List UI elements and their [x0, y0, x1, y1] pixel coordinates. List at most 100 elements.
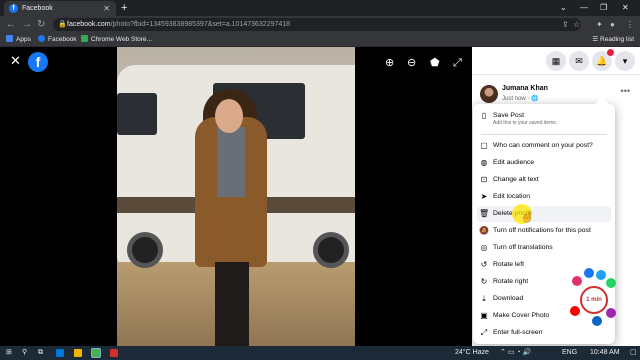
trash-icon: 🗑	[479, 209, 490, 218]
new-tab-icon[interactable]: +	[121, 1, 127, 15]
twitter-dot-icon	[596, 270, 606, 280]
back-icon[interactable]: ←	[6, 17, 16, 32]
task-view-icon[interactable]: ⧉	[38, 346, 43, 360]
photo-person-legs	[215, 262, 249, 346]
zoom-out-icon[interactable]: ⊖	[407, 58, 416, 69]
address-bar[interactable]: 🔒 facebook.com/photo?fbid=13459383898539…	[53, 18, 581, 31]
instagram-dot-icon	[572, 276, 582, 286]
windows-taskbar: ⊞ ⚲ ⧉ 24°C Haze ⌃ ▭ ◔ 🔊 ENG 10:48 AM ▢	[0, 346, 640, 360]
photo-wheel	[313, 232, 349, 268]
avatar[interactable]	[480, 85, 498, 103]
more-options-icon[interactable]: •••	[621, 87, 630, 96]
facebook-icon	[38, 35, 45, 42]
search-icon[interactable]: ⚲	[22, 346, 27, 360]
post-meta: Just now · 🌐	[502, 96, 539, 102]
bookmark-apps[interactable]: Apps	[6, 33, 31, 47]
post-author[interactable]: Jumana Khan	[502, 85, 548, 92]
rotate-right-icon: ↻	[480, 277, 488, 286]
image-icon: ▣	[480, 311, 488, 320]
close-window-icon[interactable]: ✕	[622, 1, 629, 15]
fb-top-icons: ▦ ✉ 🔔 ▾	[472, 47, 640, 75]
chrome-web-store-icon	[81, 35, 88, 42]
file-explorer-icon[interactable]	[74, 349, 82, 357]
system-tray-icons[interactable]: ⌃ ▭ ◔ 🔊	[500, 346, 531, 360]
menu-item-edit-audience[interactable]: ◍ Edit audience	[477, 155, 611, 171]
facebook-dot-icon	[584, 268, 594, 278]
photo-wheel	[127, 232, 163, 268]
url-path: /photo?fbid=134593838985397&set=a.101473…	[110, 21, 291, 28]
photo-rv-window	[117, 93, 157, 135]
comment-icon: ▢	[480, 141, 488, 150]
menu-item-turn-off-translations[interactable]: ◎ Turn off translations	[477, 240, 611, 256]
lock-icon[interactable]: 🔒	[58, 18, 67, 31]
bell-off-icon: 🔕	[479, 226, 489, 235]
facebook-favicon-icon: f	[9, 4, 18, 13]
mouse-pointer-icon: ☝	[521, 212, 534, 223]
taskbar-app-icon[interactable]	[110, 349, 118, 357]
close-tab-icon[interactable]: ✕	[103, 1, 110, 16]
photo-person-face	[215, 99, 243, 133]
location-icon: ➤	[480, 192, 488, 201]
extensions-icon[interactable]: ✦	[596, 18, 603, 31]
menu-grid-icon[interactable]: ▦	[546, 51, 566, 71]
rotate-left-icon: ↺	[480, 260, 488, 269]
photo-viewer: ✕ f ⊕ ⊖ ⬟ ⤢	[0, 47, 472, 346]
share-icon[interactable]: ⇪	[562, 18, 569, 31]
bookmark-icon: ▯	[481, 111, 487, 120]
reading-list[interactable]: ☰ Reading list	[592, 33, 634, 47]
tab-facebook[interactable]: f Facebook ✕	[4, 1, 116, 16]
messenger-icon[interactable]: ✉	[569, 51, 589, 71]
notification-badge	[607, 49, 614, 56]
sticker-badge: 1 min	[580, 286, 608, 314]
facebook-logo-icon[interactable]: f	[28, 52, 48, 72]
weather-widget[interactable]: 24°C Haze	[455, 346, 489, 360]
menu-separator	[481, 134, 607, 135]
bookmark-star-icon[interactable]: ☆	[573, 18, 580, 31]
expand-icon[interactable]: ⤢	[453, 58, 462, 69]
reading-list-icon: ☰	[592, 36, 601, 43]
translate-icon: ◎	[480, 243, 488, 252]
post-photo	[117, 47, 355, 346]
address-toolbar: ← → ↻ 🔒 facebook.com/photo?fbid=13459383…	[0, 16, 640, 33]
reload-icon[interactable]: ↻	[37, 17, 45, 32]
fullscreen-icon: ⤢	[480, 328, 488, 337]
bookmark-facebook[interactable]: Facebook	[38, 33, 77, 47]
menu-item-edit-location[interactable]: ➤ Edit location	[477, 189, 611, 205]
notification-center-icon[interactable]: ▢	[630, 346, 637, 360]
app-dot-icon	[606, 308, 616, 318]
windows-start-icon[interactable]: ⊞	[6, 346, 12, 360]
tab-search-icon[interactable]: ⌄	[560, 1, 567, 15]
social-sticker: 1 min	[570, 268, 618, 328]
taskbar-app-icon[interactable]	[56, 349, 64, 357]
bookmark-chrome-web-store[interactable]: Chrome Web Store...	[81, 33, 152, 47]
globe-icon: ◍	[480, 158, 488, 167]
tab-strip: f Facebook ✕ + ⌄ — ❐ ✕	[0, 0, 640, 16]
minimize-icon[interactable]: —	[580, 1, 588, 15]
close-viewer-icon[interactable]: ✕	[10, 54, 21, 67]
bookmarks-bar: Apps Facebook Chrome Web Store... ☰ Read…	[0, 33, 640, 47]
zoom-in-icon[interactable]: ⊕	[385, 58, 394, 69]
menu-item-delete-photo[interactable]: 🗑 Delete photo	[477, 206, 611, 222]
forward-icon[interactable]: →	[22, 17, 32, 32]
notifications-bell-icon[interactable]: 🔔	[592, 49, 614, 71]
linkedin-dot-icon	[592, 316, 602, 326]
download-icon: ⤓	[482, 294, 486, 303]
profile-icon[interactable]: ●	[610, 18, 615, 31]
browser-window: f Facebook ✕ + ⌄ — ❐ ✕ ← → ↻ 🔒 facebook.…	[0, 0, 640, 346]
menu-item-save-post[interactable]: ▯ Save Post Add this to your saved items…	[477, 108, 611, 130]
youtube-dot-icon	[570, 306, 580, 316]
restore-icon[interactable]: ❐	[600, 1, 607, 15]
menu-item-who-can-comment[interactable]: ▢ Who can comment on your post?	[477, 138, 611, 154]
tab-title: Facebook	[22, 5, 53, 12]
alt-text-icon: ⊡	[480, 175, 488, 184]
apps-grid-icon	[6, 35, 13, 42]
language-indicator[interactable]: ENG	[562, 346, 577, 360]
clock[interactable]: 10:48 AM	[590, 346, 620, 360]
account-chevron-icon[interactable]: ▾	[615, 51, 635, 71]
tag-icon[interactable]: ⬟	[430, 58, 440, 69]
menu-item-turn-off-notifications[interactable]: 🔕 Turn off notifications for this post	[477, 223, 611, 239]
menu-kebab-icon[interactable]: ⋮	[626, 18, 634, 31]
menu-item-change-alt-text[interactable]: ⊡ Change alt text	[477, 172, 611, 188]
photo-person-top	[217, 127, 245, 197]
chrome-taskbar-icon[interactable]	[91, 348, 101, 358]
